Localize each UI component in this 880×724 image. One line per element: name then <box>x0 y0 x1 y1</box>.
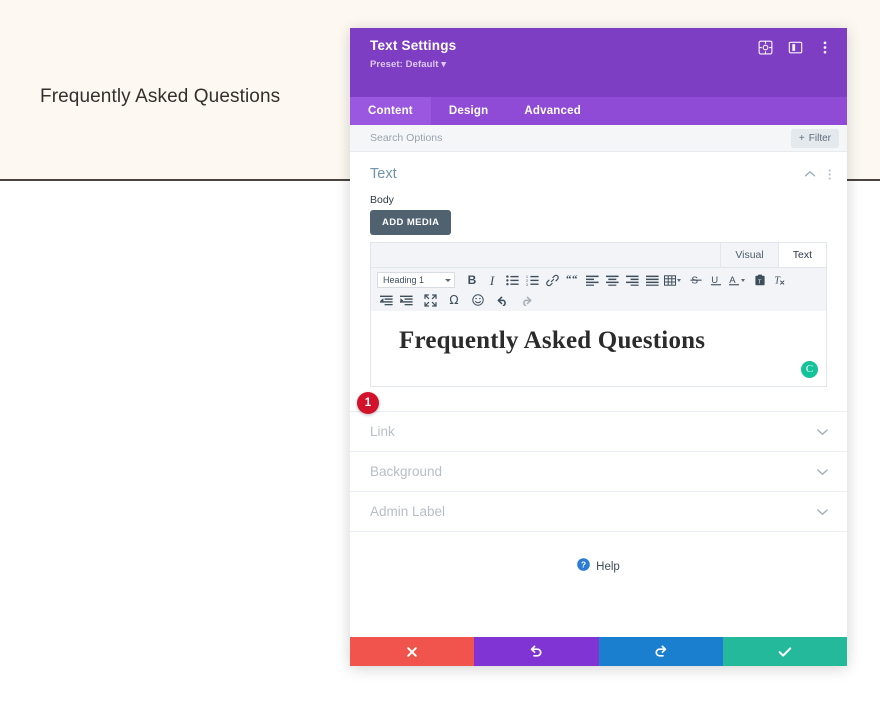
section-background-label: Background <box>370 464 443 479</box>
modal-tab-strip: Content Design Advanced <box>350 97 847 125</box>
format-select[interactable]: Heading 1 <box>377 272 455 288</box>
link-icon[interactable] <box>543 272 561 289</box>
help-row[interactable]: ? Help <box>350 558 847 576</box>
outdent-icon[interactable] <box>377 292 395 309</box>
indent-icon[interactable] <box>397 292 415 309</box>
bold-icon[interactable]: B <box>463 272 481 289</box>
page-root: Frequently Asked Questions Text Settings… <box>0 0 880 724</box>
writing-assistant-icon[interactable]: C <box>801 361 818 378</box>
editor-content-area[interactable]: Frequently Asked Questions C <box>371 311 826 386</box>
paste-as-text-icon[interactable]: T <box>751 272 769 289</box>
undo-button[interactable] <box>474 637 599 666</box>
body-field-label: Body <box>370 194 394 206</box>
editor-heading-text: Frequently Asked Questions <box>399 327 706 354</box>
tab-advanced[interactable]: Advanced <box>506 97 599 125</box>
section-header-controls <box>804 168 831 181</box>
modal-title: Text Settings <box>370 38 457 53</box>
bulleted-list-icon[interactable] <box>503 272 521 289</box>
section-kebab-menu-icon[interactable] <box>828 168 831 181</box>
svg-text:T: T <box>758 280 762 286</box>
section-link[interactable]: Link <box>350 411 847 451</box>
tab-text[interactable]: Text <box>777 243 826 267</box>
chevron-down-icon <box>816 463 829 481</box>
help-icon: ? <box>577 558 590 576</box>
svg-text:A: A <box>729 275 736 286</box>
section-title: Text <box>370 166 397 182</box>
preset-selector[interactable]: Preset: Default ▾ <box>370 59 446 70</box>
sections-bottom-divider <box>350 531 847 532</box>
save-button[interactable] <box>722 637 847 666</box>
numbered-list-icon[interactable]: 1 2 3 <box>523 272 541 289</box>
text-color-icon[interactable]: A <box>727 272 745 289</box>
add-media-row: ADD MEDIA <box>350 210 847 242</box>
check-icon <box>778 646 792 658</box>
align-right-icon[interactable] <box>623 272 641 289</box>
header-icon-group <box>757 39 833 55</box>
editor-view-tabs: Visual Text <box>371 243 826 268</box>
cancel-button[interactable] <box>350 637 475 666</box>
chevron-down-icon <box>445 278 451 282</box>
italic-icon[interactable]: I <box>483 272 501 289</box>
layout-panel-icon[interactable] <box>787 39 803 55</box>
redo-icon[interactable] <box>517 292 535 309</box>
modal-header: Text Settings Preset: Default ▾ <box>350 28 847 97</box>
tab-visual[interactable]: Visual <box>720 243 777 267</box>
blockquote-icon[interactable]: “ “ <box>563 272 581 289</box>
section-link-label: Link <box>370 424 395 439</box>
redo-button[interactable] <box>598 637 723 666</box>
chevron-up-icon[interactable] <box>804 170 816 178</box>
filter-button-label: Filter <box>808 132 831 144</box>
editor-toolbar-row-1: Heading 1 B I 1 2 3 “ “ S U A T T <box>377 271 822 289</box>
modal-footer <box>350 637 847 666</box>
align-justify-icon[interactable] <box>643 272 661 289</box>
plus-icon: + <box>798 132 805 144</box>
section-header-text: Text <box>350 152 847 182</box>
format-select-value: Heading 1 <box>383 275 425 285</box>
editor-toolbar-row-2: Ω <box>377 291 822 309</box>
search-input[interactable] <box>370 132 791 144</box>
modal-body: Text Body ADD MEDIA Visual Text Heading … <box>350 152 847 637</box>
target-icon[interactable] <box>757 39 773 55</box>
table-icon[interactable] <box>663 272 681 289</box>
align-center-icon[interactable] <box>603 272 621 289</box>
redo-icon <box>654 645 668 658</box>
search-options-bar: + Filter <box>350 125 847 152</box>
emoji-icon[interactable] <box>469 292 487 309</box>
tab-design[interactable]: Design <box>431 97 507 125</box>
editor-toolbar: Heading 1 B I 1 2 3 “ “ S U A T T Ω <box>371 268 826 311</box>
underline-icon[interactable]: U <box>707 272 725 289</box>
tab-content[interactable]: Content <box>350 97 431 125</box>
section-admin-label[interactable]: Admin Label <box>350 491 847 531</box>
clear-formatting-icon[interactable]: T <box>771 272 789 289</box>
color-chevron-down-icon <box>740 278 745 282</box>
align-left-icon[interactable] <box>583 272 601 289</box>
svg-text:“: “ <box>572 275 578 285</box>
add-media-button[interactable]: ADD MEDIA <box>370 210 452 235</box>
filter-button[interactable]: + Filter <box>790 128 839 148</box>
svg-text:U: U <box>711 275 718 286</box>
svg-text:S: S <box>691 275 698 286</box>
collapsed-sections: Link Background Admin Label <box>350 411 847 532</box>
strikethrough-icon[interactable]: S <box>687 272 705 289</box>
close-icon <box>406 646 418 658</box>
text-settings-modal: Text Settings Preset: Default ▾ Content … <box>350 28 847 666</box>
svg-text:3: 3 <box>526 282 528 285</box>
section-admin-label-label: Admin Label <box>370 504 446 519</box>
site-hero-title: Frequently Asked Questions <box>40 86 281 107</box>
fullscreen-icon[interactable] <box>421 292 439 309</box>
step-badge-1: 1 <box>357 392 379 414</box>
help-label: Help <box>596 561 620 573</box>
wysiwyg-editor: Visual Text Heading 1 B I 1 2 3 “ “ S U … <box>370 242 827 387</box>
section-background[interactable]: Background <box>350 451 847 491</box>
writing-assistant-letter: C <box>805 363 814 375</box>
table-chevron-down-icon <box>676 278 681 282</box>
svg-text:?: ? <box>581 560 586 570</box>
chevron-down-icon <box>816 503 829 521</box>
chevron-down-icon <box>816 423 829 441</box>
kebab-menu-icon[interactable] <box>817 39 833 55</box>
undo-icon <box>529 645 543 658</box>
special-character-icon[interactable]: Ω <box>445 292 463 309</box>
undo-icon[interactable] <box>493 292 511 309</box>
